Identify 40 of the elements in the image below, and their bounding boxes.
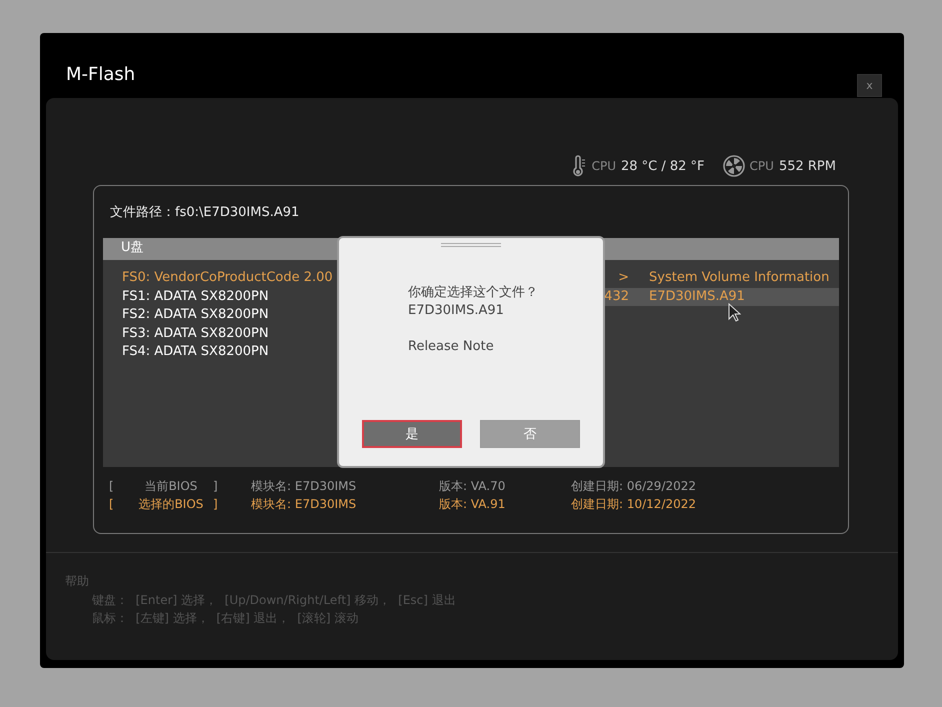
file-name: System Volume Information <box>649 269 830 287</box>
drive-item[interactable]: FS0: VendorCoProductCode 2.00 <box>122 269 333 288</box>
pointer-icon <box>728 303 741 322</box>
dialog-button[interactable]: 是 <box>362 420 462 448</box>
dialog-message: E7D30IMS.A91 <box>408 302 505 320</box>
help-text: 鼠标： [左键] 选择， [右键] 退出， [滚轮] 滚动 <box>92 610 360 627</box>
file-size: > <box>617 269 629 287</box>
module-name: 模块名: E7D30IMS <box>251 478 358 495</box>
fan-icon <box>722 155 745 177</box>
bios-label: 选择的BIOS <box>138 496 204 513</box>
bios-version: 版本: VA.70 <box>439 478 506 495</box>
dialog-button[interactable]: 否 <box>480 420 580 448</box>
window-title: M-Flash <box>66 64 136 85</box>
module-name: 模块名: E7D30IMS <box>251 496 358 513</box>
help-title: 帮助 <box>65 573 90 590</box>
file-name: E7D30IMS.A91 <box>649 288 745 306</box>
file-path: 文件路径：fs0:\E7D30IMS.A91 <box>110 204 300 222</box>
file-size: 432 <box>603 288 629 306</box>
sensor-reading: 28 °C / 82 °F <box>620 158 705 174</box>
grip-icon <box>441 243 501 247</box>
drive-item[interactable]: FS2: ADATA SX8200PN <box>122 306 333 324</box>
release-note: Release Note <box>408 339 494 354</box>
build-date: 创建日期: 06/29/2022 <box>571 478 696 495</box>
bracket: [ <box>109 478 115 495</box>
sensor-label: CPU <box>750 159 774 173</box>
bracket: [ <box>109 496 115 513</box>
drive-item[interactable]: FS1: ADATA SX8200PN <box>122 288 333 306</box>
sensor-label: CPU <box>592 159 616 173</box>
close-button[interactable]: x <box>857 74 882 97</box>
help-text: 键盘： [Enter] 选择， [Up/Down/Right/Left] 移动， [Esc] 退出 <box>92 592 457 609</box>
bracket: ] <box>213 496 219 513</box>
thermometer-icon <box>570 155 587 177</box>
bios-label: 当前BIOS <box>144 478 198 495</box>
dialog-message: 你确定选择这个文件？ <box>408 284 538 302</box>
bracket: ] <box>213 478 219 495</box>
sensor-reading: 552 RPM <box>778 158 836 174</box>
build-date: 创建日期: 10/12/2022 <box>571 496 696 513</box>
drive-item[interactable]: FS3: ADATA SX8200PN <box>122 324 333 343</box>
drive-item[interactable]: FS4: ADATA SX8200PN <box>122 343 333 362</box>
bios-version: 版本: VA.91 <box>439 496 506 513</box>
